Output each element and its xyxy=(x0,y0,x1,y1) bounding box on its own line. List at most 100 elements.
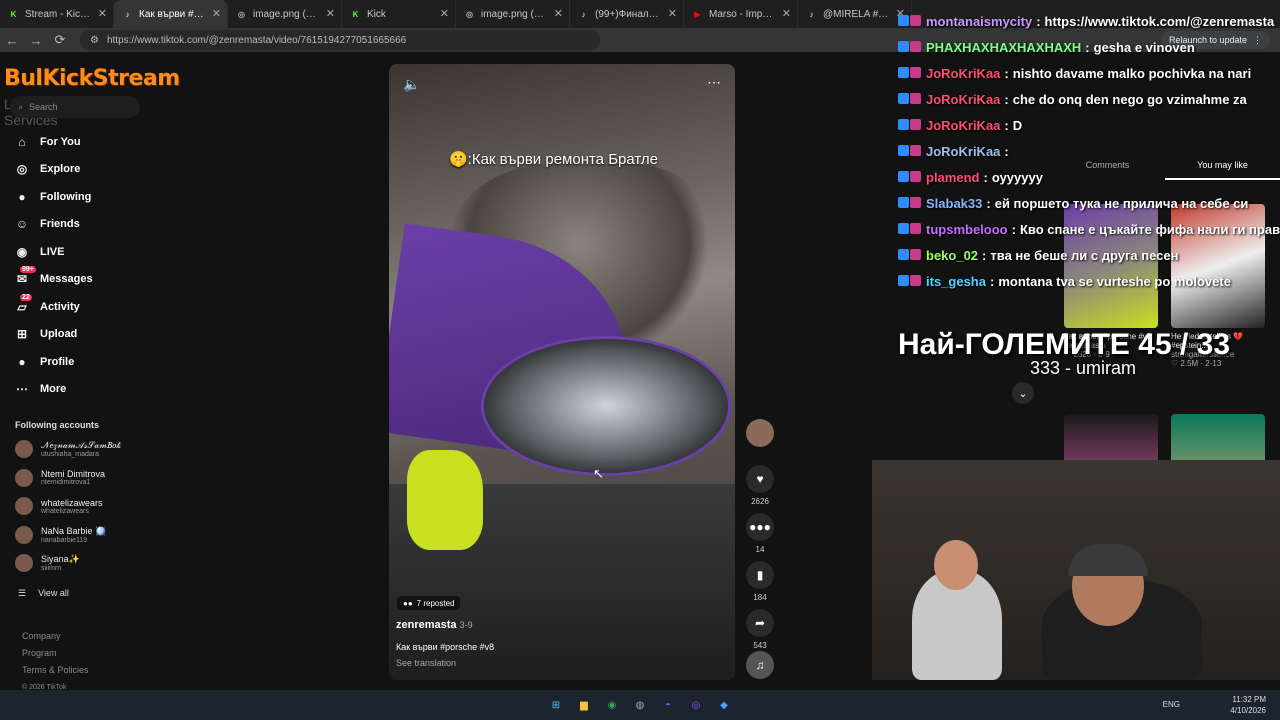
following-account[interactable]: 𝒩𝑒𝓏𝓃𝒶𝓂𝒜𝓈𝒮𝒶𝓂𝐵𝑜𝓀 utushiaha_madara xyxy=(15,440,121,458)
sidebar-item-label: LIVE xyxy=(40,245,65,258)
account-name: Ntemi Dimitrova xyxy=(41,469,106,479)
following-account[interactable]: Siyana✨ siiimrn xyxy=(15,554,80,572)
sidebar-item-more[interactable]: ⋯ More xyxy=(14,376,93,404)
chrome-icon[interactable]: ◉ xyxy=(603,696,621,714)
chat-separator: : xyxy=(983,169,988,185)
menu-icon: ⊞ xyxy=(16,327,28,342)
close-icon[interactable]: ✕ xyxy=(212,7,221,20)
reload-icon[interactable]: ⟳ xyxy=(48,32,72,48)
video-player[interactable]: 🔈 ⋯ 🤫:Как върви ремонта Братле ●● 7 repo… xyxy=(389,64,735,680)
language-indicator[interactable]: ENG xyxy=(1163,700,1180,709)
start-icon[interactable]: ⊞ xyxy=(547,696,565,714)
close-icon[interactable]: ✕ xyxy=(98,7,107,20)
system-clock[interactable]: 11:32 PM 4/10/2026 xyxy=(1230,694,1266,716)
close-icon[interactable]: ✕ xyxy=(326,7,335,20)
creator-avatar[interactable] xyxy=(745,419,775,447)
action-save-button[interactable]: ▮ 184 xyxy=(745,561,775,602)
chat-separator: : xyxy=(1011,221,1016,237)
video-description: Как върви #porsche #v8 xyxy=(396,642,495,652)
chat-username: montanaismycity xyxy=(926,13,1033,29)
browser-tab[interactable]: K Kick ✕ xyxy=(342,0,456,28)
chat-badges-icon xyxy=(898,196,922,211)
browser-tab[interactable]: ◎ image.png (903×59 ✕ xyxy=(456,0,570,28)
clock-time: 11:32 PM xyxy=(1232,695,1266,704)
following-account[interactable]: whatelizawears whatelizawears xyxy=(15,497,103,515)
close-icon[interactable]: ✕ xyxy=(440,7,449,20)
browser-tab[interactable]: K Stream - Kick Dashb ✕ xyxy=(0,0,114,28)
more-options-icon[interactable]: ⋯ xyxy=(707,74,721,91)
following-account[interactable]: NaNa Barbie 🪩 nanabarbie119 xyxy=(15,525,106,544)
menu-icon: ◎ xyxy=(16,162,28,177)
sidebar-item-label: Friends xyxy=(40,218,80,231)
chat-text: D xyxy=(1012,117,1023,133)
file-explorer-icon[interactable]: ▆ xyxy=(575,696,593,714)
sidebar-item-profile[interactable]: ● Profile xyxy=(14,348,93,376)
chat-message: plamend: оуууууу xyxy=(898,164,1280,190)
sidebar-item-messages[interactable]: ✉ 99+ Messages xyxy=(14,266,93,294)
chat-separator: : xyxy=(989,273,995,289)
action-comment-button[interactable]: ●●● 14 xyxy=(745,513,775,554)
close-icon[interactable]: ✕ xyxy=(554,7,563,20)
stream-logo: BulKickStream xyxy=(4,66,180,91)
volume-icon[interactable]: 🔈 xyxy=(403,76,420,93)
chat-username: JoRoKriKaa xyxy=(926,91,1001,107)
footer-terms[interactable]: Terms & Policies xyxy=(22,662,89,679)
notification-badge: 22 xyxy=(20,293,32,301)
chat-username: JoRoKriKaa xyxy=(926,117,1001,133)
sidebar-item-explore[interactable]: ◎ Explore xyxy=(14,156,93,184)
back-icon[interactable]: ← xyxy=(0,33,24,48)
clock-date: 4/10/2026 xyxy=(1230,706,1266,715)
obs-icon[interactable]: ◍ xyxy=(631,696,649,714)
chat-username: Slabak33 xyxy=(926,195,983,211)
search-placeholder: Search xyxy=(29,102,58,112)
chat-badges-icon xyxy=(898,92,922,107)
sidebar-item-friends[interactable]: ☺ Friends xyxy=(14,211,93,239)
footer-program[interactable]: Program xyxy=(22,645,89,662)
site-info-icon[interactable]: ⚙ xyxy=(90,35,99,46)
sidebar-item-following[interactable]: ● Following xyxy=(14,183,93,211)
sidebar-item-live[interactable]: ◉ LIVE xyxy=(14,238,93,266)
sidebar-item-activity[interactable]: ▱ 22 Activity xyxy=(14,293,93,321)
viber-icon[interactable]: ◎ xyxy=(687,696,705,714)
browser-tab[interactable]: ▶ Marso - Imperator (✕ xyxy=(684,0,798,28)
see-translation-link[interactable]: See translation xyxy=(396,658,456,668)
chat-separator: : xyxy=(1036,13,1041,29)
sidebar-item-for-you[interactable]: ⌂ For You xyxy=(14,128,93,156)
browser-tab[interactable]: ♪@MIRELA #lidia #m✕ xyxy=(798,0,912,28)
repost-avatars-icon: ●● xyxy=(403,598,413,608)
tab-title: image.png (1522×1 xyxy=(253,8,319,20)
app-icon[interactable]: ◆ xyxy=(715,696,733,714)
chat-message: JoRoKriKaa: D xyxy=(898,112,1280,138)
chevron-down-icon[interactable]: ⌄ xyxy=(1012,382,1034,404)
action-count: 184 xyxy=(753,593,767,602)
close-icon[interactable]: ✕ xyxy=(668,7,677,20)
avatar xyxy=(15,554,33,572)
close-icon[interactable]: ✕ xyxy=(782,7,791,20)
action-like-button[interactable]: ♥ 2626 xyxy=(745,465,775,506)
search-input[interactable]: ⌕ Search xyxy=(10,96,140,118)
menu-icon: ⌂ xyxy=(18,134,26,149)
account-text: whatelizawears whatelizawears xyxy=(41,498,103,515)
following-account[interactable]: Ntemi Dimitrova ntemidimitrova1 xyxy=(15,468,106,487)
sidebar: BulKickStream Live Broadcasting Services… xyxy=(0,52,180,691)
browser-tab[interactable]: ◎ image.png (1522×1 ✕ xyxy=(228,0,342,28)
chat-message: JoRoKriKaa: xyxy=(898,138,1280,164)
browser-tab[interactable]: ♪ Как върви #por ✕ xyxy=(114,0,228,28)
sound-disc[interactable]: ♫ xyxy=(745,651,775,679)
tab-favicon-icon: ♪ xyxy=(125,9,130,19)
search-icon: ⌕ xyxy=(18,101,24,112)
browser-tab[interactable]: ♪ (99+)Финала е вакс ✕ xyxy=(570,0,684,28)
chat-text: тва не беше ли с друга песен xyxy=(990,247,1179,263)
address-bar[interactable]: ⚙ https://www.tiktok.com/@zenremasta/vid… xyxy=(80,30,600,50)
forward-icon[interactable]: → xyxy=(24,33,48,48)
action-share-button[interactable]: ➦ 543 xyxy=(745,609,775,650)
view-all-button[interactable]: ☰ View all xyxy=(18,588,69,599)
repost-label: 7 reposted xyxy=(416,598,455,608)
menu-icon: ⋯ xyxy=(16,382,28,397)
video-author[interactable]: zenremasta 3-9 xyxy=(396,619,473,631)
discord-icon[interactable]: ◓ xyxy=(659,696,677,714)
repost-badge[interactable]: ●● 7 reposted xyxy=(397,596,461,610)
footer-company[interactable]: Company xyxy=(22,628,89,645)
chat-message: tupsmbelooo: Кво спане е цъкайте фифа нал… xyxy=(898,216,1280,242)
sidebar-item-upload[interactable]: ⊞ Upload xyxy=(14,321,93,349)
